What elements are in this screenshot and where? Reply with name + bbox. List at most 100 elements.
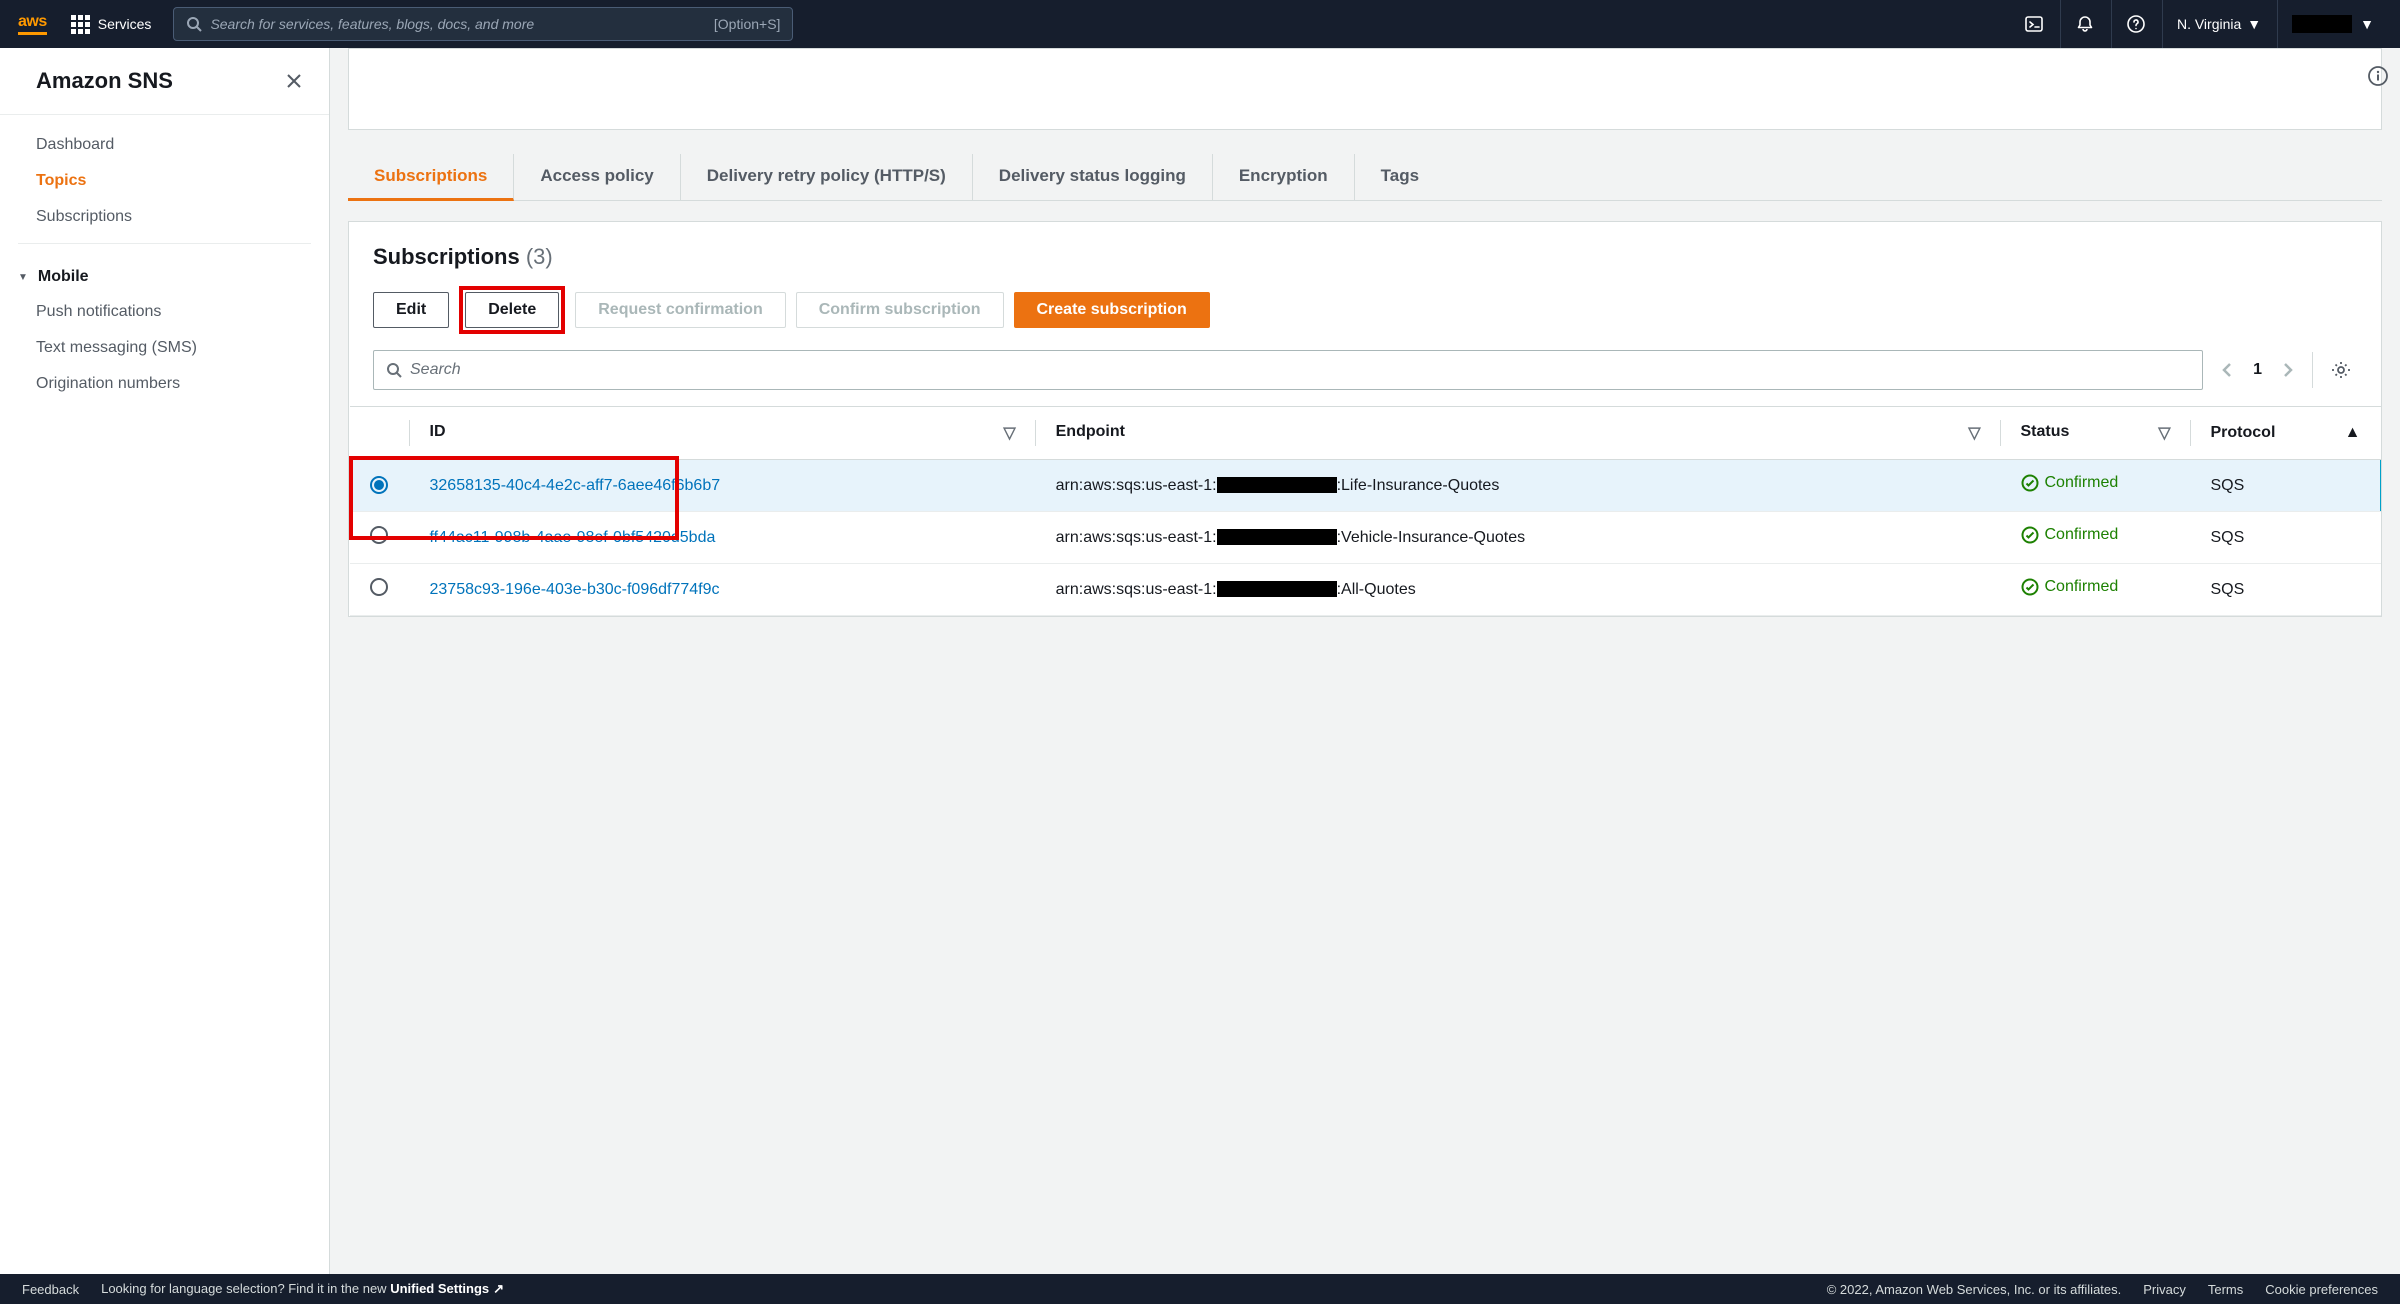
protocol-cell: SQS <box>2191 564 2381 616</box>
delete-button[interactable]: Delete <box>465 292 559 328</box>
endpoint-cell: arn:aws:sqs:us-east-1::Life-Insurance-Qu… <box>1036 460 2001 512</box>
page-next-button[interactable] <box>2278 357 2298 383</box>
protocol-cell: SQS <box>2191 512 2381 564</box>
protocol-cell: SQS <box>2191 460 2381 512</box>
global-search[interactable]: [Option+S] <box>173 7 793 41</box>
pagination: 1 <box>2217 357 2298 383</box>
tab-tags[interactable]: Tags <box>1355 154 1445 200</box>
sidebar-close-button[interactable] <box>285 72 303 90</box>
sort-asc-icon: ▲ <box>2345 424 2361 442</box>
subscription-id-link[interactable]: 23758c93-196e-403e-b30c-f096df774f9c <box>430 581 720 598</box>
cookie-preferences-link[interactable]: Cookie preferences <box>2265 1282 2378 1297</box>
subscription-id-link[interactable]: ff44ac11-998b-4aae-98ef-0bf5420d5bda <box>430 529 716 546</box>
column-status[interactable]: Status▽ <box>2001 407 2191 460</box>
main-content: Subscriptions Access policy Delivery ret… <box>330 48 2400 1274</box>
sort-icon: ▽ <box>1003 423 1015 443</box>
sidebar-item-topics[interactable]: Topics <box>18 163 311 199</box>
tab-subscriptions[interactable]: Subscriptions <box>348 154 514 201</box>
aws-logo[interactable]: aws <box>18 13 47 35</box>
cloudshell-icon <box>2024 14 2044 34</box>
region-selector[interactable]: N. Virginia ▼ <box>2162 0 2275 48</box>
global-search-input[interactable] <box>210 16 713 32</box>
request-confirmation-button: Request confirmation <box>575 292 785 328</box>
help-icon <box>2126 14 2146 34</box>
subscriptions-panel: Subscriptions (3) Edit Delete Request co… <box>348 221 2382 617</box>
terms-link[interactable]: Terms <box>2208 1282 2243 1297</box>
search-icon <box>186 16 202 32</box>
subscriptions-filter[interactable] <box>373 350 2203 390</box>
redacted-account <box>1217 581 1337 597</box>
row-radio[interactable] <box>370 578 388 596</box>
subscriptions-table: ID▽ Endpoint▽ Status▽ Protocol▲ 32658135… <box>349 406 2381 616</box>
sort-icon: ▽ <box>1968 423 1980 443</box>
column-protocol[interactable]: Protocol▲ <box>2191 407 2381 460</box>
subscription-id-link[interactable]: 32658135-40c4-4e2c-aff7-6aee46f6b6b7 <box>430 477 721 494</box>
dropdown-caret-icon: ▼ <box>2360 16 2374 32</box>
services-menu[interactable]: Services <box>61 9 162 40</box>
row-radio[interactable] <box>370 476 388 494</box>
check-circle-icon <box>2021 578 2039 596</box>
help-button[interactable] <box>2111 0 2160 48</box>
chevron-left-icon <box>2221 361 2233 379</box>
sidebar-title: Amazon SNS <box>36 68 173 94</box>
subscriptions-filter-input[interactable] <box>410 361 2190 379</box>
table-settings-button[interactable] <box>2312 352 2357 388</box>
table-row[interactable]: ff44ac11-998b-4aae-98ef-0bf5420d5bda arn… <box>350 512 2381 564</box>
services-grid-icon <box>71 15 90 34</box>
sidebar-item-subscriptions[interactable]: Subscriptions <box>18 199 311 235</box>
cloudshell-button[interactable] <box>2010 0 2058 48</box>
sort-icon: ▽ <box>2158 423 2170 443</box>
unified-settings-link[interactable]: Unified Settings↗ <box>390 1281 504 1296</box>
table-row[interactable]: 32658135-40c4-4e2c-aff7-6aee46f6b6b7 arn… <box>350 460 2381 512</box>
table-row[interactable]: 23758c93-196e-403e-b30c-f096df774f9c arn… <box>350 564 2381 616</box>
bell-icon <box>2075 14 2095 34</box>
region-label: N. Virginia <box>2177 16 2241 32</box>
external-link-icon: ↗ <box>493 1281 504 1296</box>
delete-button-highlight: Delete <box>459 286 565 334</box>
check-circle-icon <box>2021 474 2039 492</box>
notifications-button[interactable] <box>2060 0 2109 48</box>
check-circle-icon <box>2021 526 2039 544</box>
row-radio[interactable] <box>370 526 388 544</box>
panel-title: Subscriptions (3) <box>373 244 2357 270</box>
topic-header-panel <box>348 48 2382 130</box>
tab-delivery-status[interactable]: Delivery status logging <box>973 154 1213 200</box>
tab-encryption[interactable]: Encryption <box>1213 154 1355 200</box>
subscriptions-count: (3) <box>526 244 553 269</box>
tab-delivery-retry[interactable]: Delivery retry policy (HTTP/S) <box>681 154 973 200</box>
close-icon <box>285 72 303 90</box>
account-menu[interactable]: ▼ <box>2277 0 2388 48</box>
endpoint-cell: arn:aws:sqs:us-east-1::All-Quotes <box>1036 564 2001 616</box>
status-badge: Confirmed <box>2021 474 2119 492</box>
edit-button[interactable]: Edit <box>373 292 449 328</box>
feedback-link[interactable]: Feedback <box>22 1282 79 1297</box>
copyright: © 2022, Amazon Web Services, Inc. or its… <box>1827 1282 2122 1297</box>
sidebar-item-text-messaging[interactable]: Text messaging (SMS) <box>18 330 311 366</box>
confirm-subscription-button: Confirm subscription <box>796 292 1004 328</box>
services-label: Services <box>98 16 152 32</box>
dropdown-caret-icon: ▼ <box>2247 16 2261 32</box>
sidebar: Amazon SNS Dashboard Topics Subscription… <box>0 48 330 1274</box>
privacy-link[interactable]: Privacy <box>2143 1282 2186 1297</box>
sidebar-item-dashboard[interactable]: Dashboard <box>18 127 311 163</box>
redacted-account <box>1217 529 1337 545</box>
page-prev-button[interactable] <box>2217 357 2237 383</box>
info-icon <box>2367 65 2389 87</box>
sidebar-item-push-notifications[interactable]: Push notifications <box>18 294 311 330</box>
top-nav: aws Services [Option+S] N. Virginia ▼ ▼ <box>0 0 2400 48</box>
gear-icon <box>2331 360 2351 380</box>
language-prompt: Looking for language selection? Find it … <box>101 1281 504 1297</box>
column-id[interactable]: ID▽ <box>410 407 1036 460</box>
status-badge: Confirmed <box>2021 578 2119 596</box>
status-badge: Confirmed <box>2021 526 2119 544</box>
redacted-account <box>1217 477 1337 493</box>
info-panel-toggle[interactable] <box>2362 60 2394 92</box>
column-endpoint[interactable]: Endpoint▽ <box>1036 407 2001 460</box>
search-icon <box>386 362 402 378</box>
topic-tabs: Subscriptions Access policy Delivery ret… <box>348 154 2382 201</box>
create-subscription-button[interactable]: Create subscription <box>1014 292 1210 328</box>
sidebar-item-origination-numbers[interactable]: Origination numbers <box>18 366 311 402</box>
sidebar-group-mobile[interactable]: Mobile <box>18 256 311 294</box>
tab-access-policy[interactable]: Access policy <box>514 154 680 200</box>
chevron-right-icon <box>2282 361 2294 379</box>
